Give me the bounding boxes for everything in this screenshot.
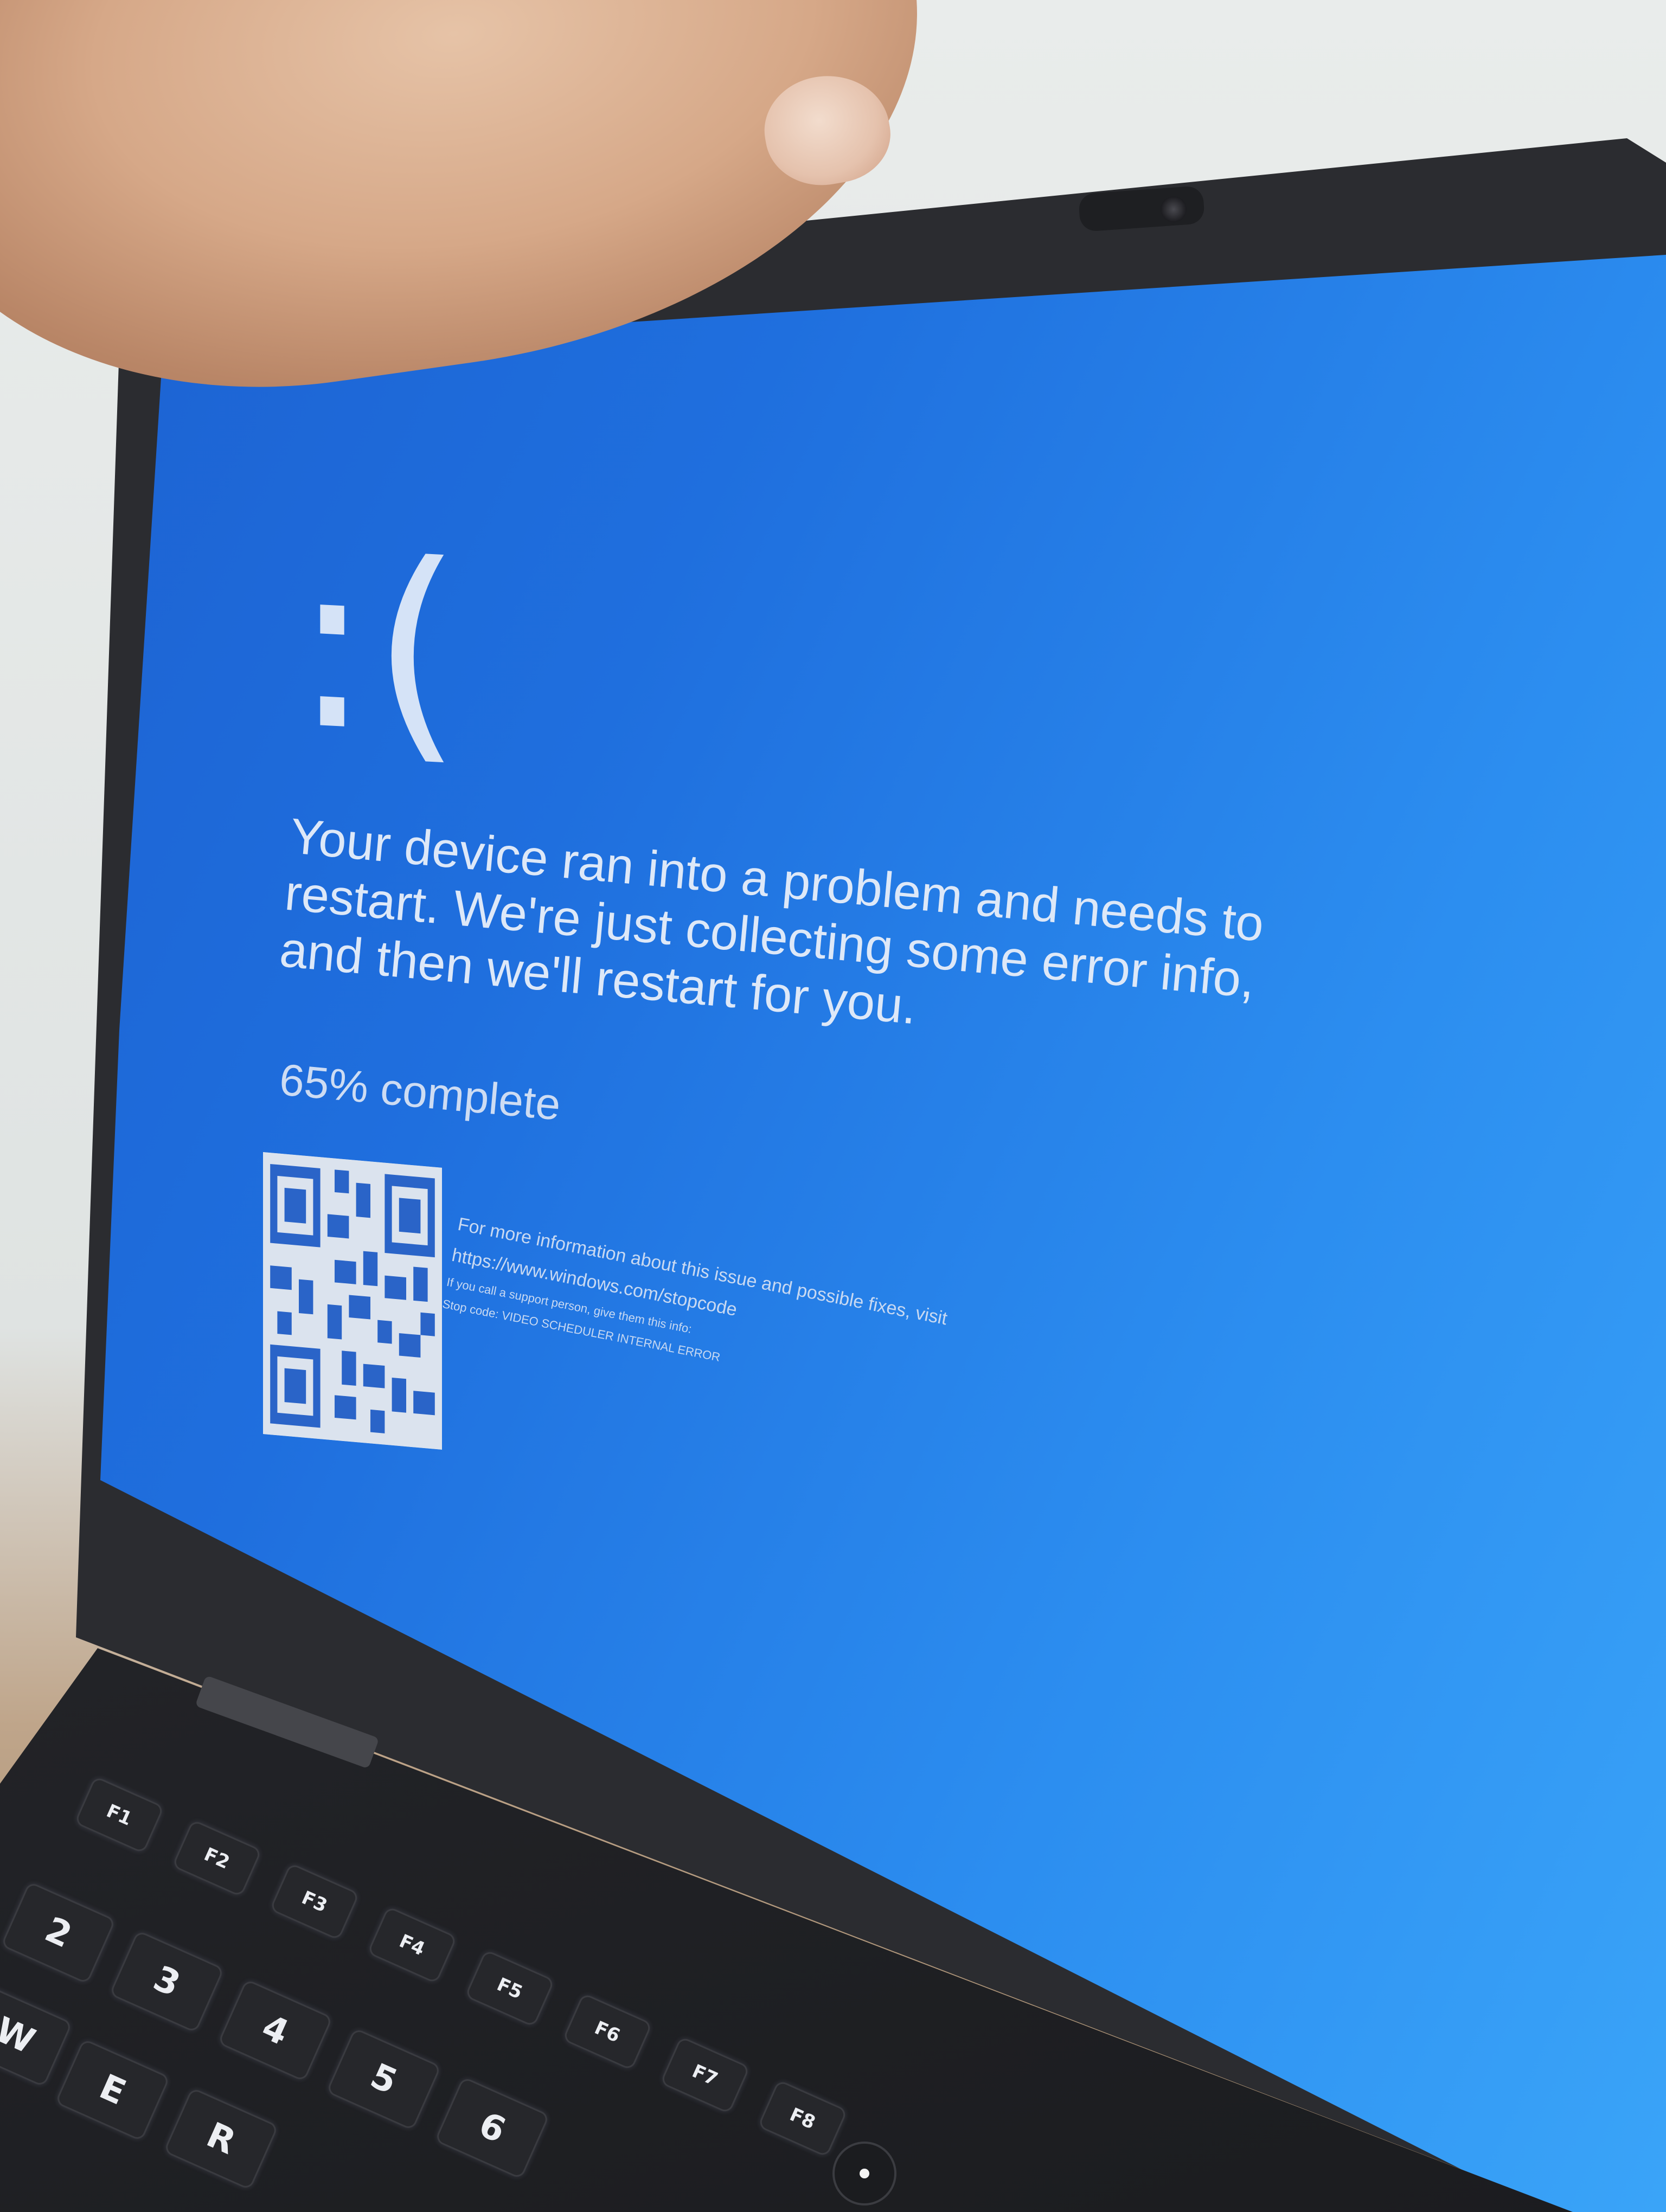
key-r[interactable]: R bbox=[163, 2087, 279, 2190]
key-2[interactable]: 2 bbox=[1, 1881, 116, 1984]
key-f5[interactable]: F5 bbox=[464, 1949, 555, 2028]
key-f7[interactable]: F7 bbox=[659, 2036, 751, 2114]
power-button[interactable] bbox=[832, 2142, 896, 2205]
key-f6[interactable]: F6 bbox=[562, 1992, 653, 2071]
key-f1[interactable]: F1 bbox=[74, 1776, 165, 1854]
key-5[interactable]: 5 bbox=[326, 2028, 441, 2131]
key-6[interactable]: 6 bbox=[434, 2076, 550, 2179]
photo-scene: :( Your device ran into a problem and ne… bbox=[0, 0, 1666, 2212]
power-indicator bbox=[860, 2169, 869, 2178]
key-e[interactable]: E bbox=[55, 2039, 170, 2142]
key-f3[interactable]: F3 bbox=[269, 1862, 360, 1941]
key-f4[interactable]: F4 bbox=[367, 1906, 458, 1984]
key-4[interactable]: 4 bbox=[217, 1979, 333, 2082]
key-f2[interactable]: F2 bbox=[171, 1819, 262, 1898]
key-f8[interactable]: F8 bbox=[757, 2079, 848, 2158]
key-3[interactable]: 3 bbox=[109, 1930, 225, 2033]
keyboard: F1 F2 F3 F4 F5 F6 F7 F8 2 3 4 5 6 W E R bbox=[0, 0, 1666, 2212]
key-w[interactable]: W bbox=[0, 1984, 73, 2087]
